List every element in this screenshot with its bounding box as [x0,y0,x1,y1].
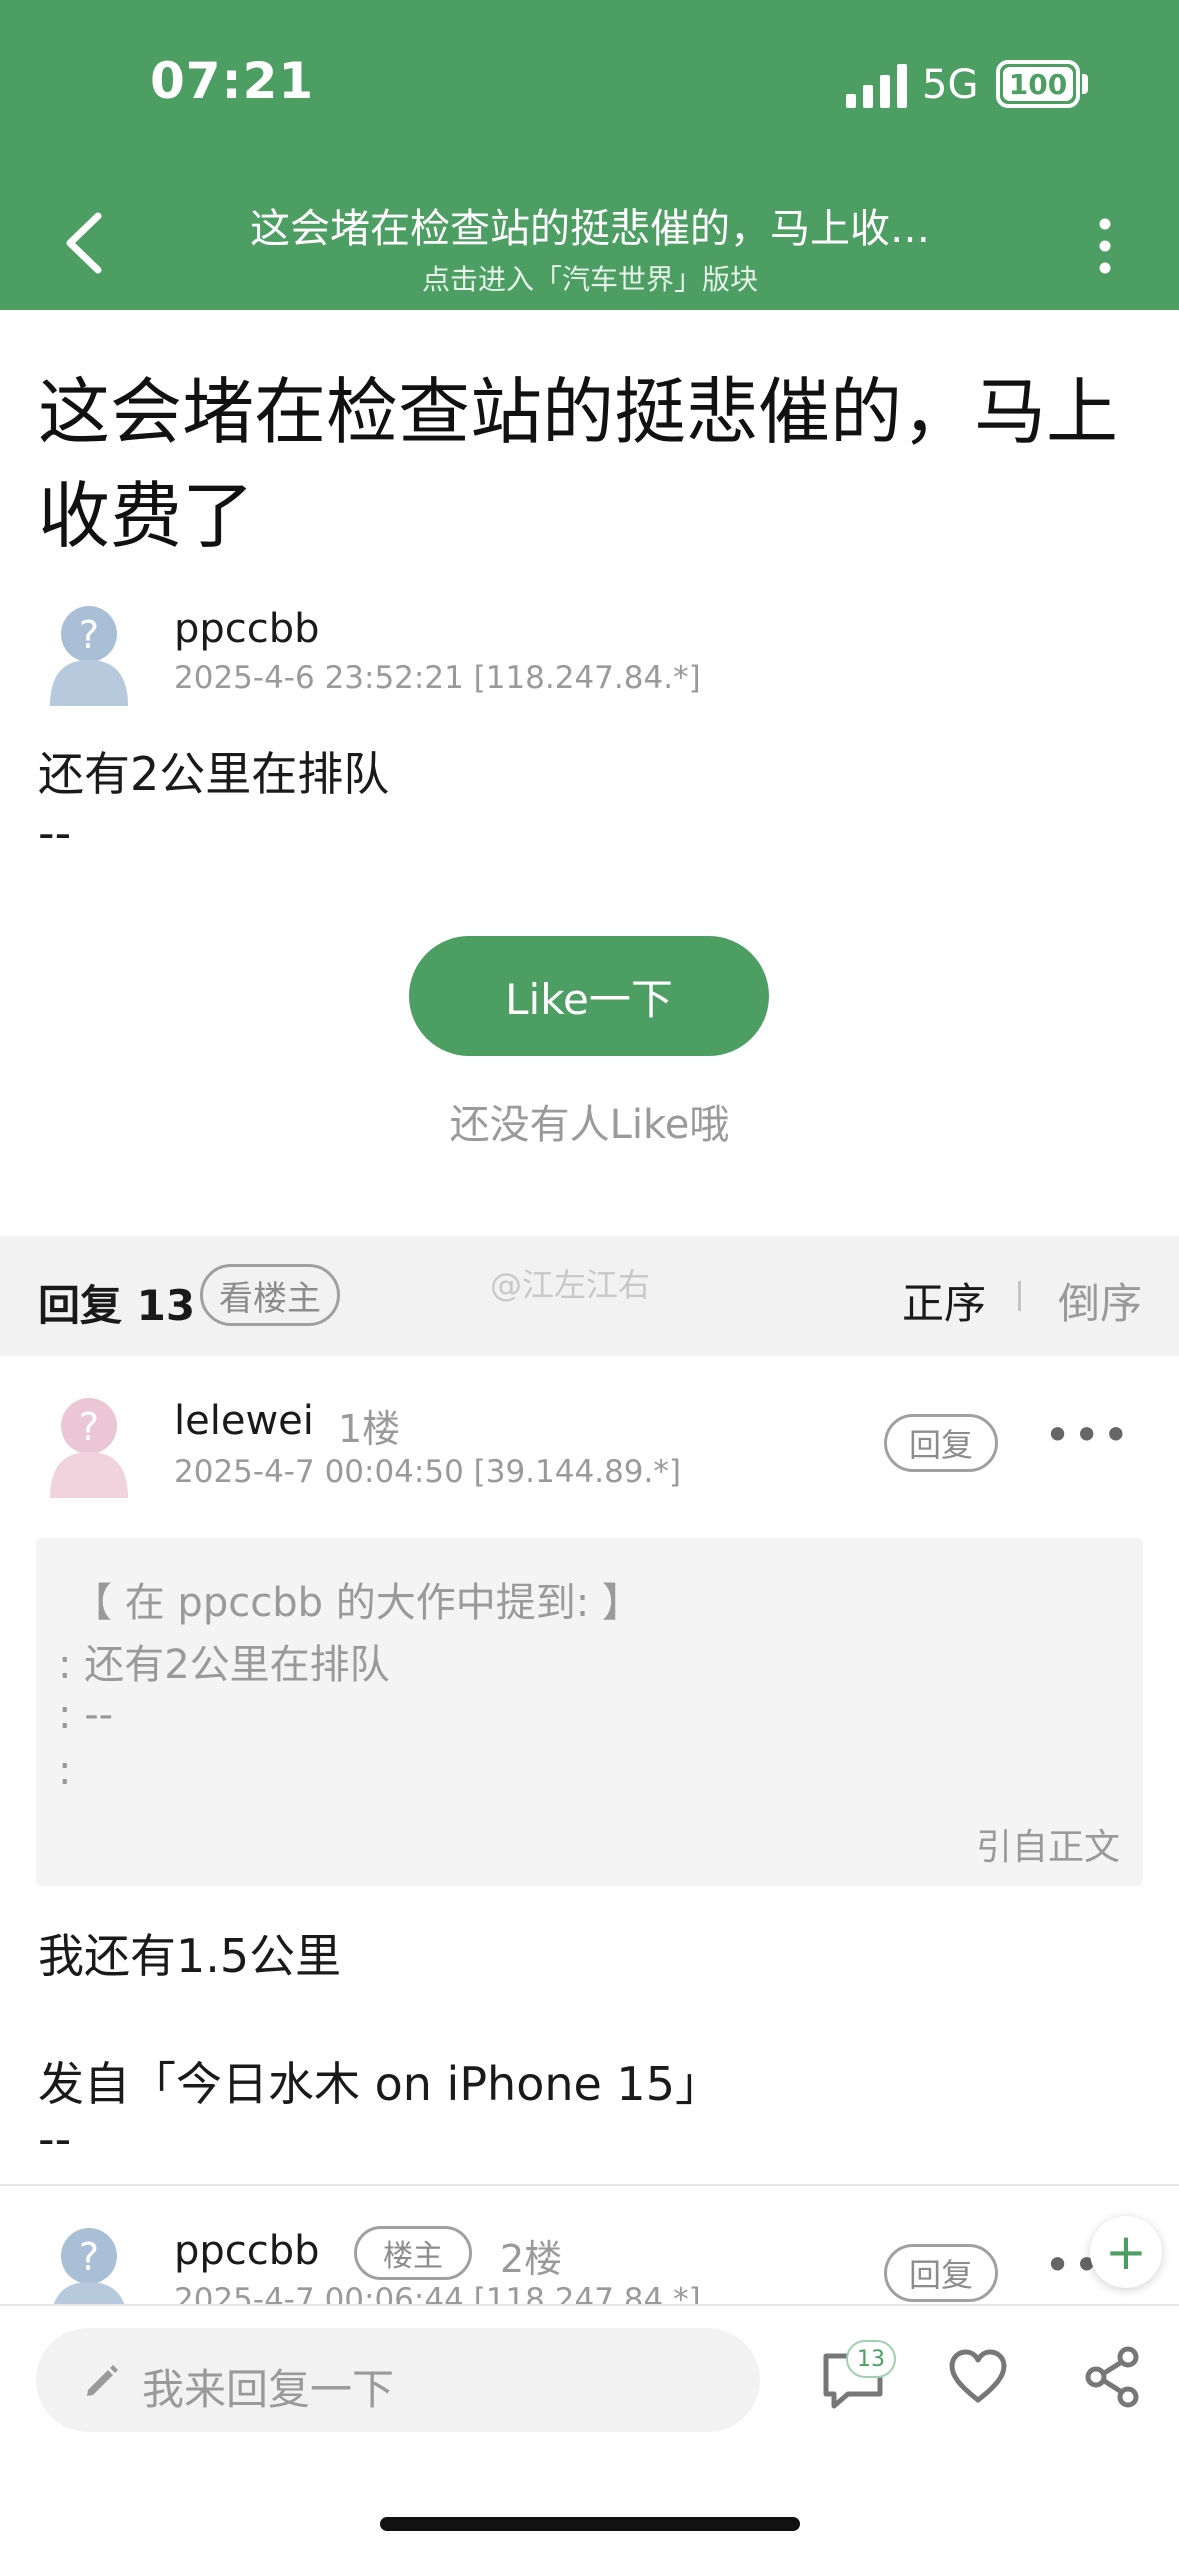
reply-body-signature: -- [38,2112,72,2166]
status-time: 07:21 [150,52,315,110]
post-title: 这会堵在检查站的挺悲催的，马上收费了 [38,370,1119,558]
quote-line: : [58,1748,72,1794]
op-badge: 楼主 [354,2226,472,2280]
sort-ascending-tab[interactable]: 正序 [902,1270,986,1331]
post-meta: 2025-4-6 23:52:21 [118.247.84.*] [174,660,701,696]
view-quoted-post-link[interactable]: 引自正文 [976,1818,1120,1870]
post-body-signature: -- [38,806,72,860]
battery-level: 100 [1003,67,1073,101]
sort-descending-tab[interactable]: 倒序 [1058,1270,1142,1331]
compose-placeholder[interactable]: 我来回复一下 [142,2356,394,2417]
reply-body-line: 我还有1.5公里 [38,1929,342,1983]
floor-number: 2楼 [500,2237,563,2281]
reply-button[interactable]: 回复 [884,1414,998,1472]
floor-number: 1楼 [338,1407,401,1451]
author-name[interactable]: ppccbb [174,606,320,652]
reply-meta: 2025-4-7 00:04:50 [39.144.89.*] [174,1454,681,1490]
post-body-line: 还有2公里在排队 [38,747,390,801]
cellular-signal-icon [846,64,907,108]
sort-divider [1018,1281,1021,1311]
reply-author-name[interactable]: lelewei [174,1398,314,1444]
board-link[interactable]: 点击进入「汽车世界」版块 [150,258,1030,298]
reply-button[interactable]: 回复 [884,2244,998,2302]
watermark: @江左江右 [490,1266,651,1304]
battery-icon: 100 [996,60,1080,108]
svg-text:?: ? [79,613,99,657]
heart-icon[interactable] [948,2348,1008,2406]
more-horizontal-icon[interactable]: ••• [1044,1408,1131,1462]
nav-title[interactable]: 这会堵在检查站的挺悲催的，马上收… [150,196,1030,254]
quote-line: : -- [58,1692,114,1738]
plus-icon[interactable]: + [1090,2216,1162,2288]
reply-count: 回复 13 [38,1281,196,1330]
avatar-placeholder-icon[interactable]: ? [46,1390,132,1500]
pencil-icon [87,2365,118,2396]
like-button[interactable]: Like一下 [409,936,769,1056]
network-type: 5G [922,62,979,108]
avatar-placeholder-icon[interactable]: ? [46,598,132,708]
battery-cap [1082,74,1088,94]
quote-header: 【 在 ppccbb 的大作中提到: 】 [72,1580,642,1626]
svg-text:?: ? [79,2235,99,2279]
reply-author-name[interactable]: ppccbb [174,2228,320,2274]
floor-divider [0,2184,1179,2186]
quote-line: : 还有2公里在排队 [58,1642,390,1688]
home-indicator[interactable] [380,2517,800,2531]
view-op-only-button[interactable]: 看楼主 [200,1264,340,1326]
like-hint: 还没有人Like哦 [449,1102,730,1148]
reply-body-line: 发自「今日水木 on iPhone 15」 [38,2057,721,2111]
chevron-left-icon[interactable] [58,210,110,276]
more-vertical-icon[interactable] [1090,214,1120,278]
svg-text:?: ? [79,1405,99,1449]
comment-count-badge: 13 [846,2340,896,2378]
share-icon[interactable] [1082,2346,1142,2408]
